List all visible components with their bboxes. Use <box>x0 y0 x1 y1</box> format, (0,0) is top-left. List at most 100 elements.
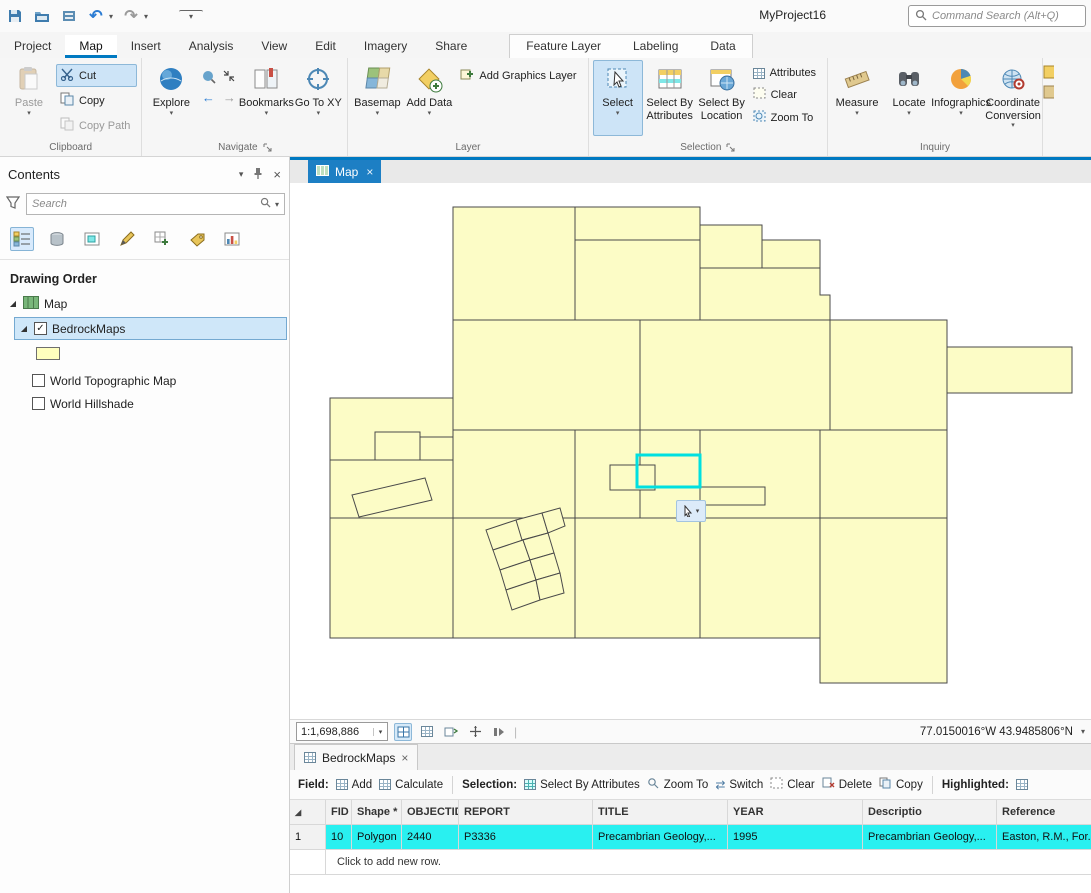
next-extent-button[interactable]: → <box>219 87 239 107</box>
cell-objectid[interactable]: 2440 <box>402 825 459 850</box>
save-project-button[interactable] <box>3 5 27 27</box>
select-by-attributes-button[interactable]: Select By Attributes <box>645 60 695 136</box>
tab-share[interactable]: Share <box>421 35 481 58</box>
explore-button[interactable]: Explore ▾ <box>146 60 196 136</box>
package-project-button[interactable] <box>57 5 81 27</box>
previous-extent-button[interactable]: ← <box>198 87 218 107</box>
map-expand-triangle[interactable]: ◢ <box>8 299 18 308</box>
column-header-objectid[interactable]: OBJECTID <box>402 800 459 825</box>
zoom-to-selection-button[interactable]: Zoom To <box>749 107 823 128</box>
tab-labeling[interactable]: Labeling <box>617 35 694 58</box>
copy-path-button[interactable]: Copy Path <box>56 114 137 137</box>
coordinate-conversion-button[interactable]: Coordinate Conversion ▾ <box>985 60 1041 136</box>
cut-button[interactable]: Cut <box>56 64 138 87</box>
table-zoom-to-button[interactable]: Zoom To <box>647 777 708 792</box>
row-number-cell[interactable]: 1 <box>290 825 326 850</box>
add-new-row[interactable]: Click to add new row. <box>290 850 1091 875</box>
tab-imagery[interactable]: Imagery <box>350 35 421 58</box>
statusbar-table-icon[interactable] <box>418 723 436 741</box>
redo-dropdown-chevron[interactable]: ▾ <box>141 12 151 21</box>
redo-button[interactable]: ↷ <box>119 5 143 27</box>
map-view-tab[interactable]: Map × <box>308 160 382 183</box>
add-row-hint-cell[interactable]: Click to add new row. <box>326 850 1091 875</box>
select-button[interactable]: Select ▾ <box>592 60 643 136</box>
measure-button[interactable]: Measure ▾ <box>832 60 882 136</box>
polygon-symbol-swatch[interactable] <box>36 347 60 360</box>
world-hillshade-checkbox[interactable] <box>32 397 45 410</box>
tab-insert[interactable]: Insert <box>117 35 175 58</box>
command-search-input[interactable] <box>932 10 1079 22</box>
column-header-fid[interactable]: FID <box>326 800 352 825</box>
statusbar-select-grid-icon[interactable] <box>394 722 412 741</box>
contents-menu-chevron[interactable]: ▾ <box>239 169 244 180</box>
open-project-button[interactable] <box>30 5 54 27</box>
navigate-dialog-launcher[interactable] <box>263 143 272 152</box>
fixed-zoom-in-button[interactable] <box>219 66 239 86</box>
cell-shape[interactable]: Polygon <box>352 825 402 850</box>
list-by-drawing-order-button[interactable] <box>10 227 34 251</box>
contents-search-chevron[interactable]: ▾ <box>275 200 279 209</box>
add-data-button[interactable]: Add Data ▾ <box>404 60 454 136</box>
column-header-descriptio[interactable]: Descriptio <box>863 800 997 825</box>
bedrockmaps-table-tab[interactable]: BedrockMaps × <box>294 744 419 770</box>
undo-button[interactable]: ↶ <box>84 5 108 27</box>
column-header-report[interactable]: REPORT <box>459 800 593 825</box>
table-delete-button[interactable]: Delete <box>822 777 872 792</box>
close-pane-icon[interactable]: × <box>273 167 281 182</box>
infographics-button[interactable]: Infographics ▾ <box>931 60 991 136</box>
layer-map[interactable]: ◢ Map <box>0 292 289 315</box>
table-row-selected[interactable]: 1 10 Polygon 2440 P3336 Precambrian Geol… <box>290 825 1091 850</box>
tab-project[interactable]: Project <box>0 35 65 58</box>
select-by-location-button[interactable]: Select By Location <box>697 60 747 136</box>
column-header-year[interactable]: YEAR <box>728 800 863 825</box>
list-by-selection-button[interactable] <box>80 227 104 251</box>
floating-select-chevron[interactable]: ▾ <box>696 507 700 515</box>
table-copy-button[interactable]: Copy <box>879 777 923 792</box>
cell-reference[interactable]: Easton, R.M., For... <box>997 825 1091 850</box>
add-graphics-layer-button[interactable]: Add Graphics Layer <box>456 64 583 87</box>
cell-year[interactable]: 1995 <box>728 825 863 850</box>
table-clear-button[interactable]: Clear <box>770 777 815 792</box>
contents-search-box[interactable]: ▾ <box>26 193 285 215</box>
bedrockmaps-checkbox[interactable]: ✓ <box>34 322 47 335</box>
map-tab-close-icon[interactable]: × <box>366 165 373 179</box>
column-header-title[interactable]: TITLE <box>593 800 728 825</box>
statusbar-flicker-icon[interactable] <box>490 723 508 741</box>
tab-data[interactable]: Data <box>694 35 751 58</box>
statusbar-refresh-grid-icon[interactable] <box>442 723 460 741</box>
tab-analysis[interactable]: Analysis <box>175 35 248 58</box>
layer-world-topographic[interactable]: World Topographic Map <box>0 369 289 392</box>
pin-icon[interactable] <box>253 167 263 182</box>
layer-bedrockmaps[interactable]: ◢ ✓ BedrockMaps <box>14 317 287 340</box>
cell-report[interactable]: P3336 <box>459 825 593 850</box>
customize-quick-access-button[interactable]: ▾ <box>179 10 203 22</box>
bedrockmaps-symbol-row[interactable] <box>0 342 289 365</box>
copy-button[interactable]: Copy <box>56 89 137 112</box>
cell-title[interactable]: Precambrian Geology,... <box>593 825 728 850</box>
basemap-button[interactable]: Basemap ▾ <box>352 60 402 136</box>
world-topographic-checkbox[interactable] <box>32 374 45 387</box>
full-extent-button[interactable] <box>198 66 218 86</box>
floating-select-tool[interactable]: ▾ <box>676 500 706 522</box>
coordinates-chevron[interactable]: ▾ <box>1081 727 1085 736</box>
paste-button[interactable]: Paste ▾ <box>4 60 54 136</box>
table-switch-button[interactable]: ⇄ Switch <box>715 778 763 792</box>
column-header-reference[interactable]: Reference <box>997 800 1091 825</box>
list-by-charts-button[interactable] <box>220 227 244 251</box>
tab-feature-layer[interactable]: Feature Layer <box>510 35 617 58</box>
tab-edit[interactable]: Edit <box>301 35 350 58</box>
filter-icon[interactable] <box>5 196 21 212</box>
highlighted-clipped-icon[interactable] <box>1015 779 1028 790</box>
map-scale-chevron[interactable]: ▾ <box>373 727 387 736</box>
cell-fid[interactable]: 10 <box>326 825 352 850</box>
table-select-by-attributes-button[interactable]: Select By Attributes <box>524 779 640 791</box>
bedrockmaps-expand-triangle[interactable]: ◢ <box>19 324 29 333</box>
locate-button[interactable]: Locate ▾ <box>884 60 934 136</box>
list-by-labeling-button[interactable] <box>185 227 209 251</box>
clear-selection-button[interactable]: Clear <box>749 84 823 105</box>
calculate-field-button[interactable]: Calculate <box>379 779 443 791</box>
layer-world-hillshade[interactable]: World Hillshade <box>0 392 289 415</box>
add-field-button[interactable]: Add <box>335 779 372 791</box>
map-canvas[interactable]: ▾ <box>290 183 1091 719</box>
list-by-snapping-button[interactable] <box>150 227 174 251</box>
